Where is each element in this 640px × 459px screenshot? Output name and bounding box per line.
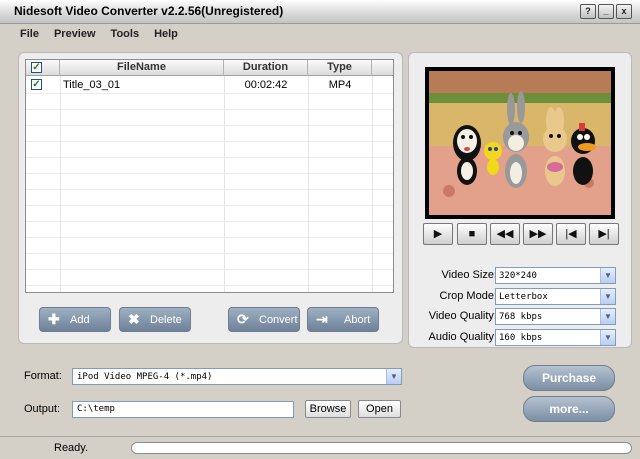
- skip-end-icon: ▶|: [598, 228, 610, 240]
- rewind-icon: ◀◀: [496, 228, 514, 240]
- preview-panel: ▶ ■ ◀◀ ▶▶ |◀ ▶| Video Size: 320*240 ▼ Cr…: [408, 52, 632, 348]
- close-button[interactable]: x: [616, 4, 632, 19]
- file-name-cell: Title_03_01: [63, 79, 121, 91]
- select-all-checkbox[interactable]: ✓: [31, 62, 42, 73]
- convert-icon: ⟳: [237, 311, 249, 327]
- menu-tools[interactable]: Tools: [111, 28, 140, 40]
- column-type[interactable]: Type: [308, 60, 372, 76]
- duration-cell: 00:02:42: [244, 79, 288, 91]
- main-window: Nidesoft Video Converter v2.2.56(Unregis…: [0, 0, 640, 459]
- chevron-down-icon[interactable]: ▼: [600, 330, 615, 345]
- play-icon: ▶: [433, 228, 443, 240]
- abort-icon: ⇥: [316, 311, 328, 327]
- file-list-panel: ✓ FileName Duration Type ✓ Title_03_01 0…: [18, 52, 403, 344]
- video-frame-image: [429, 71, 611, 215]
- select-all-header: ✓: [26, 60, 60, 76]
- title-bar: Nidesoft Video Converter v2.2.56(Unregis…: [0, 0, 640, 24]
- help-window-button[interactable]: ?: [580, 4, 596, 19]
- delete-button[interactable]: ✖ Delete: [119, 307, 191, 332]
- format-select[interactable]: iPod Video MPEG-4 (*.mp4) ▼: [72, 368, 402, 385]
- output-path-field[interactable]: C:\temp: [72, 401, 294, 418]
- abort-button[interactable]: ⇥ Abort: [307, 307, 379, 332]
- crop-mode-label: Crop Mode:: [439, 290, 497, 302]
- chevron-down-icon[interactable]: ▼: [600, 289, 615, 304]
- file-list[interactable]: ✓ FileName Duration Type ✓ Title_03_01 0…: [25, 59, 394, 293]
- format-label: Format:: [24, 370, 62, 382]
- video-quality-select[interactable]: 768 kbps ▼: [495, 308, 616, 325]
- video-preview: [425, 67, 615, 219]
- more-button[interactable]: more...: [523, 396, 615, 422]
- video-quality-label: Video Quality:: [428, 310, 497, 322]
- row-checkbox[interactable]: ✓: [31, 79, 42, 90]
- status-text: Ready.: [54, 442, 89, 454]
- skip-end-button[interactable]: ▶|: [589, 223, 619, 245]
- fast-forward-button[interactable]: ▶▶: [523, 223, 553, 245]
- rewind-button[interactable]: ◀◀: [490, 223, 520, 245]
- purchase-button[interactable]: Purchase: [523, 365, 615, 391]
- menu-help[interactable]: Help: [154, 28, 178, 40]
- audio-quality-label: Audio Quality:: [428, 331, 497, 343]
- skip-start-icon: |◀: [565, 228, 577, 240]
- stop-icon: ■: [468, 228, 476, 240]
- menu-bar: File Preview Tools Help: [20, 28, 178, 40]
- fast-forward-icon: ▶▶: [529, 228, 547, 240]
- output-label: Output:: [24, 403, 61, 415]
- minimize-button[interactable]: _: [598, 4, 614, 19]
- menu-file[interactable]: File: [20, 28, 39, 40]
- add-button[interactable]: ✚ Add: [39, 307, 111, 332]
- browse-button[interactable]: Browse: [305, 400, 351, 418]
- audio-quality-select[interactable]: 160 kbps ▼: [495, 329, 616, 346]
- type-cell: MP4: [328, 79, 352, 91]
- play-button[interactable]: ▶: [423, 223, 453, 245]
- open-button[interactable]: Open: [358, 400, 401, 418]
- table-row[interactable]: ✓ Title_03_01 00:02:42 MP4: [26, 77, 393, 93]
- chevron-down-icon[interactable]: ▼: [386, 369, 401, 384]
- chevron-down-icon[interactable]: ▼: [600, 268, 615, 283]
- stop-button[interactable]: ■: [457, 223, 487, 245]
- file-list-header: ✓ FileName Duration Type: [26, 60, 393, 76]
- crop-mode-select[interactable]: Letterbox ▼: [495, 288, 616, 305]
- plus-icon: ✚: [48, 311, 60, 327]
- window-controls: ? _ x: [580, 4, 632, 19]
- progress-bar: [131, 442, 632, 454]
- window-title: Nidesoft Video Converter v2.2.56(Unregis…: [14, 4, 284, 18]
- skip-start-button[interactable]: |◀: [556, 223, 586, 245]
- video-size-select[interactable]: 320*240 ▼: [495, 267, 616, 284]
- menu-preview[interactable]: Preview: [54, 28, 96, 40]
- delete-icon: ✖: [128, 311, 140, 327]
- status-bar: Ready.: [0, 436, 640, 459]
- column-duration[interactable]: Duration: [224, 60, 308, 76]
- video-size-label: Video Size:: [441, 269, 497, 281]
- column-filename[interactable]: FileName: [60, 60, 224, 76]
- chevron-down-icon[interactable]: ▼: [600, 309, 615, 324]
- convert-button[interactable]: ⟳ Convert: [228, 307, 300, 332]
